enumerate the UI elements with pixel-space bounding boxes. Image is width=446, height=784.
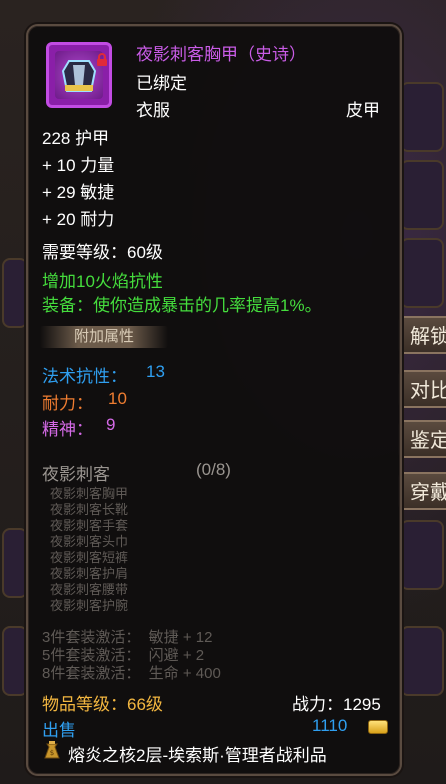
bg-slot [400, 238, 444, 308]
bg-slot [2, 258, 28, 328]
extra-attr-title: 附加属性 [40, 326, 168, 348]
extra-attr-value: 9 [106, 415, 116, 434]
set-item: 夜影刺客护腕 [50, 598, 129, 613]
bg-slot [2, 626, 28, 696]
bg-slot [2, 528, 28, 598]
bg-slot [400, 82, 444, 152]
stat-agility: + 29 敏捷 [42, 183, 115, 202]
item-icon-frame [46, 42, 112, 108]
effect-equip: 装备：使你造成暴击的几率提高1%。 [42, 296, 322, 315]
equip-button[interactable]: 穿戴 [398, 472, 446, 510]
sell-price: 1110 [312, 716, 348, 735]
extra-attr-value: 13 [146, 362, 165, 381]
gold-coin-icon [368, 720, 388, 734]
compare-button[interactable]: 对比 [398, 370, 446, 408]
effect-fire-resist: 增加10火焰抗性 [42, 272, 163, 291]
stat-stamina: + 20 耐力 [42, 210, 115, 229]
svg-text:$: $ [50, 749, 54, 757]
power-value: 战力：1295 [292, 695, 381, 714]
item-name: 夜影刺客胸甲（史诗） [136, 45, 306, 64]
identify-button[interactable]: 鉴定 [398, 420, 446, 458]
stat-strength: + 10 力量 [42, 156, 115, 175]
bg-slot [400, 626, 444, 696]
required-level: 需要等级：60级 [42, 243, 163, 262]
set-name: 夜影刺客 [42, 465, 110, 484]
bg-slot [400, 520, 444, 590]
armor-value: 228 护甲 [42, 129, 110, 148]
bound-status: 已绑定 [136, 74, 187, 93]
item-tooltip: 夜影刺客胸甲（史诗） 已绑定 衣服 皮甲 228 护甲 + 10 力量 + 29… [26, 24, 402, 776]
bg-slot [400, 160, 444, 230]
extra-attr-value: 10 [108, 389, 127, 408]
extra-attr-label: 精神： [42, 420, 93, 439]
armor-type: 皮甲 [346, 101, 380, 120]
set-count: (0/8) [196, 460, 231, 479]
extra-attr-label: 耐力： [42, 394, 93, 413]
extra-attr-label: 法术抗性： [42, 367, 127, 386]
lock-icon [95, 53, 109, 67]
item-slot: 衣服 [136, 101, 170, 120]
item-level: 物品等级：66级 [42, 695, 163, 714]
unlock-button[interactable]: 解锁 [398, 316, 446, 354]
item-source: 熔炎之核2层-埃索斯·管理者战利品 [68, 746, 327, 765]
set-bonus: 8件套装激活： 生命 + 400 [42, 665, 221, 682]
loot-bag-icon: $ [40, 738, 64, 762]
